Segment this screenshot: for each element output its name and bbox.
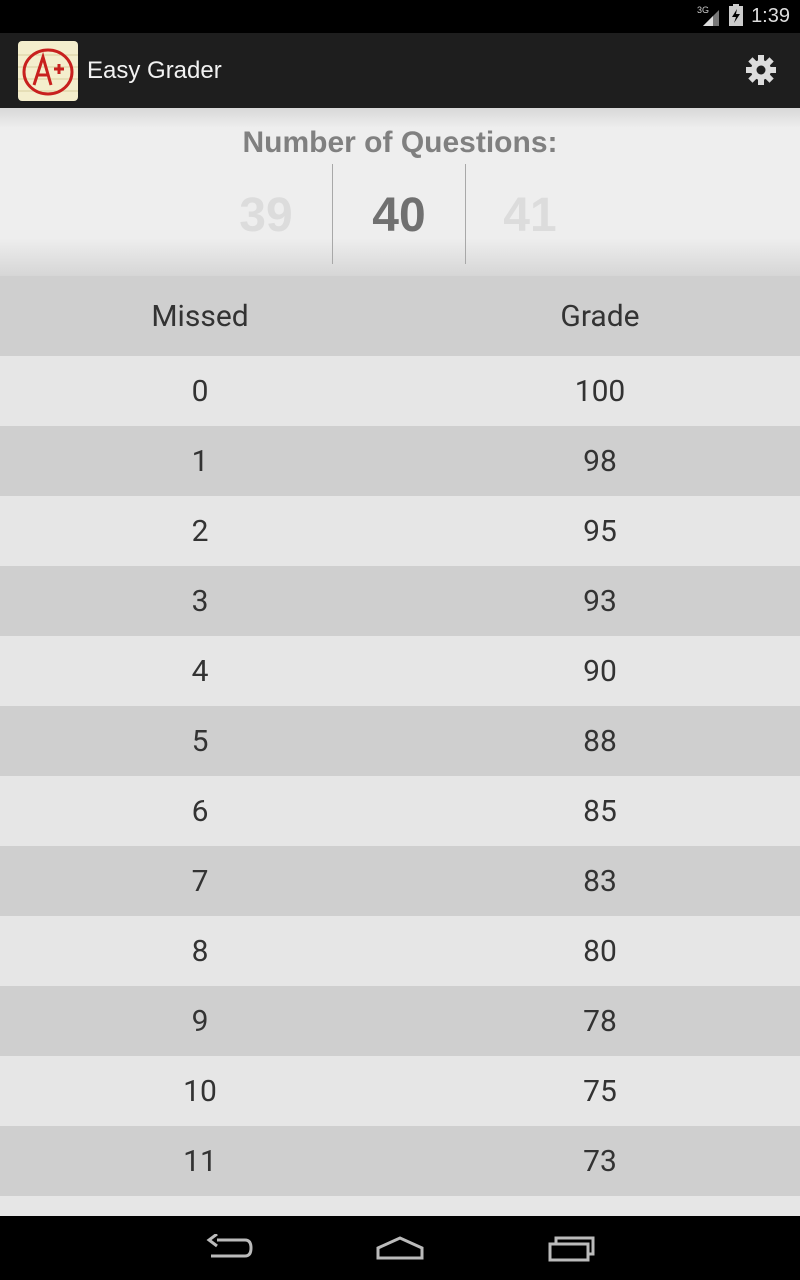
table-header: Missed Grade (0, 276, 800, 356)
missed-cell: 1 (191, 443, 209, 479)
picker-divider-right (465, 164, 466, 264)
battery-icon (729, 3, 744, 30)
app-title: Easy Grader (87, 56, 222, 84)
table-row: 6 85 (0, 776, 800, 846)
missed-cell: 8 (191, 933, 209, 969)
back-icon (206, 1234, 253, 1258)
picker-previous-value[interactable]: 39 (206, 188, 326, 243)
picker-current-value[interactable]: 40 (339, 188, 459, 243)
network-type-label: 3G (697, 5, 709, 15)
grade-cell: 78 (583, 1003, 617, 1039)
table-row: 7 83 (0, 846, 800, 916)
settings-button[interactable] (744, 53, 778, 87)
grade-cell: 73 (583, 1143, 617, 1179)
navigation-bar (0, 1216, 800, 1280)
picker-label: Number of Questions: (242, 126, 558, 159)
picker-divider-left (332, 164, 333, 264)
table-row: 9 78 (0, 986, 800, 1056)
grade-cell: 75 (583, 1073, 617, 1109)
home-icon (376, 1236, 424, 1260)
grade-cell: 95 (583, 513, 617, 549)
table-row: 3 93 (0, 566, 800, 636)
grade-cell: 83 (583, 863, 617, 899)
grade-cell: 100 (574, 373, 626, 409)
missed-cell: 2 (191, 513, 209, 549)
missed-cell: 6 (191, 793, 209, 829)
status-time: 1:39 (751, 5, 790, 27)
missed-cell: 9 (191, 1003, 209, 1039)
status-icons: 3G (697, 3, 744, 30)
recents-button[interactable] (543, 1232, 599, 1264)
status-bar: 3G 1:39 (0, 0, 800, 33)
table-row: 0 100 (0, 356, 800, 426)
signal-icon: 3G (697, 4, 723, 30)
grade-cell: 93 (583, 583, 617, 619)
grade-column-header: Grade (560, 298, 640, 334)
grade-cell: 88 (583, 723, 617, 759)
missed-cell: 3 (191, 583, 209, 619)
table-row: 11 73 (0, 1126, 800, 1196)
missed-cell: 11 (183, 1143, 217, 1179)
grade-cell: 98 (583, 443, 617, 479)
recents-icon (548, 1236, 595, 1262)
grade-cell: 80 (583, 933, 617, 969)
action-bar: Easy Grader (0, 33, 800, 108)
table-row: 10 75 (0, 1056, 800, 1126)
missed-cell: 7 (191, 863, 209, 899)
table-row: 8 80 (0, 916, 800, 986)
missed-cell: 0 (191, 373, 209, 409)
back-button[interactable] (201, 1232, 257, 1264)
missed-cell: 10 (183, 1073, 217, 1109)
home-button[interactable] (372, 1232, 428, 1264)
grade-table[interactable]: 0 100 1 98 2 95 3 93 4 90 5 88 6 85 7 83… (0, 356, 800, 1216)
gear-icon (746, 55, 776, 85)
missed-column-header: Missed (151, 298, 249, 334)
table-row: 5 88 (0, 706, 800, 776)
missed-cell: 5 (191, 723, 209, 759)
grade-cell: 90 (583, 653, 617, 689)
table-row: 2 95 (0, 496, 800, 566)
question-count-picker: Number of Questions: 39 40 41 (0, 108, 800, 276)
table-row-partial (0, 1196, 800, 1216)
table-row: 4 90 (0, 636, 800, 706)
grade-cell: 85 (583, 793, 617, 829)
table-row: 1 98 (0, 426, 800, 496)
picker-next-value[interactable]: 41 (470, 188, 590, 243)
a-plus-app-icon[interactable] (18, 40, 78, 101)
missed-cell: 4 (191, 653, 209, 689)
